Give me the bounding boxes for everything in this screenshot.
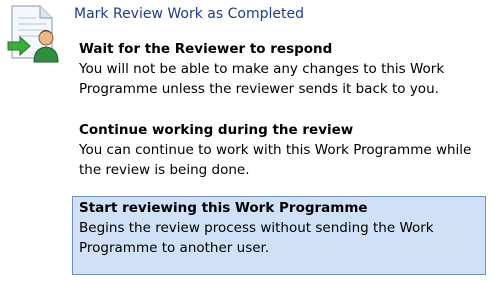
option-description-line: Programme to another user.: [79, 240, 270, 256]
option-continue-working[interactable]: Continue working during the review You c…: [72, 118, 486, 183]
option-wait-for-reviewer[interactable]: Wait for the Reviewer to respond You wil…: [72, 37, 486, 102]
option-heading: Start reviewing this Work Programme: [79, 200, 368, 216]
option-description-line: You can continue to work with this Work …: [79, 142, 472, 158]
option-description-line: Begins the review process without sendin…: [79, 220, 434, 236]
document-user-arrow-icon: [6, 4, 64, 66]
option-heading: Continue working during the review: [79, 122, 354, 138]
option-description-line: Programme unless the reviewer sends it b…: [79, 81, 439, 97]
option-start-reviewing[interactable]: Start reviewing this Work Programme Begi…: [72, 196, 486, 275]
dialog-title: Mark Review Work as Completed: [74, 6, 304, 22]
option-description-line: the review is being done.: [79, 162, 250, 178]
option-description-line: You will not be able to make any changes…: [79, 61, 445, 77]
option-heading: Wait for the Reviewer to respond: [79, 41, 333, 57]
